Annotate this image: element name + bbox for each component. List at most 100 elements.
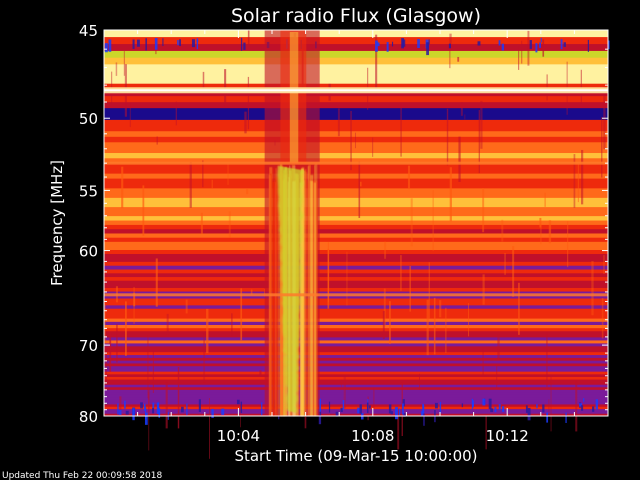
spectrogram-row (104, 202, 608, 208)
spectrogram-streak (189, 162, 192, 208)
spectrogram-row (104, 305, 608, 310)
spectrogram-streak (124, 301, 127, 356)
spectrogram-streak (129, 103, 131, 128)
burst-strand (272, 181, 275, 416)
spectrogram-streak (372, 137, 374, 157)
spectrogram-speckle (581, 405, 584, 411)
spectrogram-row (104, 188, 608, 194)
spectrogram-speckle (391, 41, 394, 47)
y-tick-label: 55 (79, 182, 98, 200)
spectrogram-row (104, 321, 608, 326)
spectrogram-speckle (125, 410, 129, 415)
spectrogram-streak (389, 301, 391, 344)
spectrogram-row (104, 346, 608, 350)
spectrogram-speckle (565, 412, 567, 423)
spectrogram-streak (337, 108, 340, 137)
spectrogram-streak (175, 101, 177, 126)
spectrogram-streak (156, 136, 159, 145)
spectrogram-streak (400, 255, 402, 291)
spectrogram-streak (409, 265, 411, 312)
spectrogram-streak (228, 211, 231, 238)
spectrogram-streak (166, 313, 169, 335)
spectrogram-row (104, 50, 608, 59)
spectrogram-streak (152, 351, 154, 393)
spectrogram-row (104, 30, 608, 38)
spectrogram-row (104, 277, 608, 282)
spectrogram-speckle (402, 403, 404, 415)
spectrogram-streak (400, 103, 402, 157)
spectrogram-speckle (583, 398, 585, 402)
spectrogram-row (104, 318, 608, 323)
interference-line (104, 161, 608, 165)
spectrogram-row (104, 287, 608, 293)
spectrogram-streak (123, 51, 125, 76)
spectrogram-row (104, 193, 608, 199)
spectrogram-row (104, 343, 608, 347)
spectrogram-speckle (177, 40, 179, 46)
spectrogram-streak (206, 308, 209, 354)
spectrogram-streak (468, 303, 470, 337)
spectrogram-speckle (439, 401, 442, 413)
spectrogram-streak (177, 367, 180, 429)
spectrogram-row (104, 178, 608, 185)
spectrogram-streak (591, 261, 594, 316)
spectrogram-speckle (498, 404, 501, 411)
spectrogram-streak (501, 219, 504, 242)
spectrogram-row (104, 64, 608, 72)
spectrogram-speckle (488, 398, 492, 410)
spectrogram-speckle (540, 37, 542, 43)
spectrogram-row (104, 340, 608, 344)
spectrogram-row (104, 337, 608, 341)
spectrogram-streak (428, 262, 430, 319)
spectrogram-streak (346, 251, 348, 306)
y-axis-label: Frequency [MHz] (48, 160, 66, 286)
spectrogram-streak (504, 252, 507, 275)
spectrogram-streak (133, 286, 135, 324)
spectrogram-row (104, 136, 608, 143)
spectrogram-streak (227, 164, 229, 185)
spectrogram-speckle (198, 399, 201, 412)
spectrogram-streak (546, 332, 548, 387)
spectrogram-speckle (211, 408, 214, 418)
spectrogram-speckle (359, 404, 362, 414)
spectrogram-speckle (132, 407, 135, 421)
spectrogram-row (104, 173, 608, 180)
spectrogram-row (104, 284, 608, 289)
spectrogram-row (104, 70, 608, 78)
spectrogram-streak (384, 241, 387, 259)
spectrogram-row (104, 108, 608, 115)
spectrogram-streak (142, 185, 145, 236)
spectrogram-speckle (108, 39, 112, 52)
spectrogram-speckle (181, 406, 184, 413)
spectrogram-row (104, 254, 608, 259)
spectrogram-streak (460, 102, 463, 116)
spectrogram-streak (482, 274, 485, 305)
spectrogram-row (104, 114, 608, 121)
spectrogram-streak (340, 379, 342, 388)
spectrogram-row (104, 298, 608, 303)
spectrogram-streak (575, 381, 578, 432)
spectrogram-streak (566, 221, 569, 268)
interference-core (104, 89, 608, 92)
spectrogram-speckle (191, 39, 195, 48)
spectrogram-streak (165, 382, 168, 429)
spectrogram-row (104, 265, 608, 271)
spectrogram-speckle (535, 43, 538, 53)
burst-strand (276, 177, 279, 416)
spectrogram-streak (540, 222, 542, 245)
spectrogram-streak (407, 165, 411, 190)
spectrogram-row (104, 77, 608, 85)
spectrogram-row (104, 315, 608, 320)
spectrogram-streak (603, 255, 605, 274)
spectrogram-streak (601, 117, 603, 178)
spectrogram-streak (211, 179, 213, 189)
spectrogram-speckle (525, 405, 528, 413)
spectrogram-speckle (221, 408, 225, 415)
spectrogram-row (104, 301, 608, 306)
burst-strand (307, 166, 310, 416)
spectrogram-row (104, 183, 608, 189)
spectrogram-speckle (240, 37, 243, 51)
spectrogram-speckle (145, 38, 147, 51)
spectrogram-streak (480, 100, 483, 149)
spectrogram-streak (147, 335, 149, 399)
